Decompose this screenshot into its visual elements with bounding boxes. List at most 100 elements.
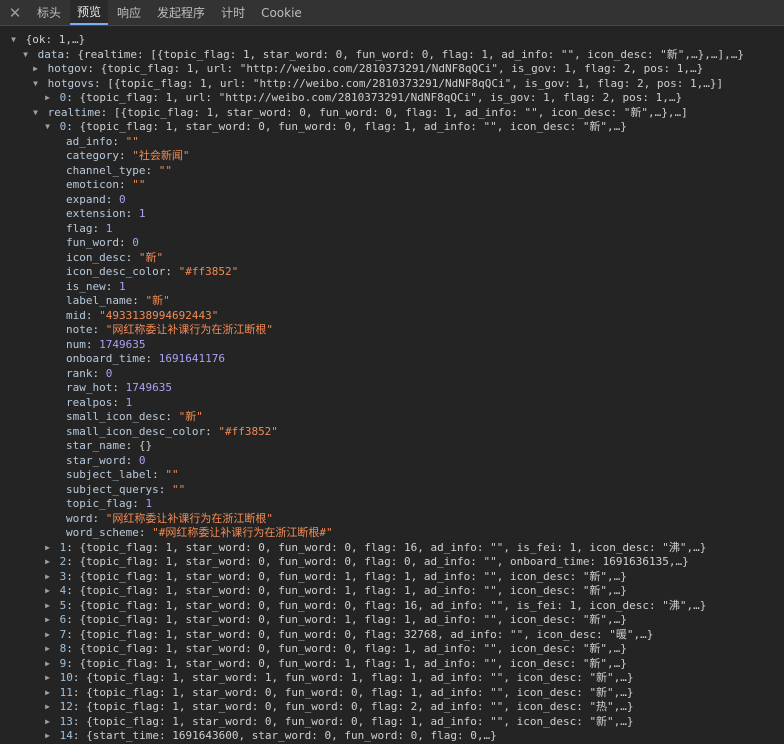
tree-key: hotgovs [47,76,94,90]
tree-row: emoticon: "" [66,178,146,191]
tree-key: fun_word [66,236,119,249]
tree-key: 4 [59,584,67,597]
tree-row: channel_type: "" [66,163,172,177]
tree-key: 12 [59,700,73,713]
tab-1[interactable]: 预览 [70,0,109,25]
expand-down-icon[interactable]: ▼ [20,48,31,63]
tree-row[interactable]: ▶ 12: {topic_flag: 1, star_word: 0, fun_… [0,700,784,715]
tree-key: note [66,323,93,336]
expand-right-icon[interactable]: ▶ [42,671,53,686]
expand-right-icon[interactable]: ▶ [42,628,53,643]
tree-key: category [66,149,119,162]
tree-key: 6 [59,613,67,626]
expand-right-icon[interactable]: ▶ [42,729,53,744]
tree-preview: [{topic_flag: 1, url: "http://weibo.com/… [107,76,724,90]
tree-key: 2 [59,555,67,568]
tree-value: "新" [138,250,164,264]
tree-value: {} [138,439,153,452]
expand-down-icon[interactable]: ▼ [42,120,53,135]
tree-key: 7 [59,627,67,641]
tree-row[interactable]: ▼ {ok: 1,…} [0,33,784,48]
tree-row[interactable]: ▶ 10: {topic_flag: 1, star_word: 1, fun_… [0,671,784,686]
tree-row[interactable]: ▶ 5: {topic_flag: 1, star_word: 0, fun_w… [0,599,784,614]
tree-value: "#网红称委让补课行为在浙江断根#" [152,526,333,539]
expand-right-icon[interactable]: ▶ [42,541,53,556]
expand-down-icon[interactable]: ▼ [30,77,41,92]
tree-key: 8 [59,642,67,655]
tree-row[interactable]: ▶ 0: {topic_flag: 1, url: "http://weibo.… [0,91,784,106]
tree-preview: {topic_flag: 1, star_word: 0, fun_word: … [86,700,634,713]
tree-value: "" [165,468,179,481]
tree-row: label_name: "新" [66,294,170,307]
tree-row[interactable]: ▼ data: {realtime: [{topic_flag: 1, star… [0,48,784,63]
expand-right-icon[interactable]: ▶ [42,584,53,599]
tree-key: 5 [59,598,67,612]
tab-4[interactable]: 计时 [214,0,252,25]
tree-row: icon_desc_color: "#ff3852" [66,265,239,278]
tree-row: onboard_time: 1691641176 [66,352,225,365]
tree-key: 9 [59,656,67,670]
tree-row[interactable]: ▼ hotgovs: [{topic_flag: 1, url: "http:/… [0,77,784,92]
tree-row[interactable]: ▶ 2: {topic_flag: 1, star_word: 0, fun_w… [0,555,784,570]
tree-key: small_icon_desc [66,410,166,423]
tree-value: "网红称委让补课行为在浙江断根" [105,511,273,525]
tree-preview: {ok: 1,…} [25,33,86,46]
tree-row[interactable]: ▶ 14: {start_time: 1691643600, star_word… [0,729,784,744]
tree-key: realtime [47,105,101,119]
tree-value: "" [158,163,172,177]
expand-right-icon[interactable]: ▶ [30,62,41,77]
tab-3[interactable]: 发起程序 [150,0,212,25]
expand-right-icon[interactable]: ▶ [42,555,53,570]
tree-row[interactable]: ▼ 0: {topic_flag: 1, star_word: 0, fun_w… [0,120,784,135]
expand-right-icon[interactable]: ▶ [42,700,53,715]
tree-preview: {topic_flag: 1, star_word: 0, fun_word: … [79,656,627,670]
tree-preview: {topic_flag: 1, star_word: 0, fun_word: … [79,627,654,641]
close-icon[interactable]: ✕ [0,0,30,25]
tree-key: mid [66,308,86,322]
expand-right-icon[interactable]: ▶ [42,715,53,730]
tree-key: realpos [66,395,113,409]
tree-row[interactable]: ▶ 1: {topic_flag: 1, star_word: 0, fun_w… [0,541,784,556]
tree-row: ad_info: "" [66,134,139,148]
tree-preview: [{topic_flag: 1, star_word: 0, fun_word:… [113,105,688,119]
tree-row[interactable]: ▶ 9: {topic_flag: 1, star_word: 0, fun_w… [0,657,784,672]
tree-row: realpos: 1 [66,395,133,409]
expand-right-icon[interactable]: ▶ [42,686,53,701]
tree-value: "" [125,134,139,148]
tree-row[interactable]: ▶ 7: {topic_flag: 1, star_word: 0, fun_w… [0,628,784,643]
tree-row[interactable]: ▼ realtime: [{topic_flag: 1, star_word: … [0,106,784,121]
devtools-tab-bar: ✕ 标头 预览 响应 发起程序 计时 Cookie [0,0,784,26]
tree-row[interactable]: ▶ 13: {topic_flag: 1, star_word: 0, fun_… [0,715,784,730]
tree-row[interactable]: ▶ 8: {topic_flag: 1, star_word: 0, fun_w… [0,642,784,657]
tree-row[interactable]: ▶ 11: {topic_flag: 1, star_word: 0, fun_… [0,686,784,701]
tree-row: expand: 0 [66,192,126,206]
tree-key: expand [66,192,106,206]
tree-value: 0 [105,366,113,380]
tree-key: is_new [66,279,106,293]
tab-5[interactable]: Cookie [254,0,309,25]
expand-down-icon[interactable]: ▼ [30,106,41,121]
expand-right-icon[interactable]: ▶ [42,613,53,628]
tree-value: 1 [125,395,133,409]
expand-down-icon[interactable]: ▼ [8,33,19,48]
expand-right-icon[interactable]: ▶ [42,599,53,614]
expand-right-icon[interactable]: ▶ [42,642,53,657]
tree-row[interactable]: ▶ hotgov: {topic_flag: 1, url: "http://w… [0,62,784,77]
tree-preview: {topic_flag: 1, star_word: 0, fun_word: … [79,642,627,655]
tree-row[interactable]: ▶ 3: {topic_flag: 1, star_word: 0, fun_w… [0,570,784,585]
tab-2[interactable]: 响应 [110,0,148,25]
tree-key: star_word [66,453,126,467]
tree-row[interactable]: ▶ 6: {topic_flag: 1, star_word: 0, fun_w… [0,613,784,628]
tree-value: 1749635 [125,381,172,394]
tree-value: "新" [178,410,203,423]
tree-key: flag [66,221,93,235]
expand-right-icon[interactable]: ▶ [42,91,53,106]
expand-right-icon[interactable]: ▶ [42,570,53,585]
tree-key: word [66,511,93,525]
tab-0[interactable]: 标头 [30,0,68,25]
tree-key: 3 [59,569,67,583]
tree-value: 0 [119,192,126,206]
tree-row[interactable]: ▶ 4: {topic_flag: 1, star_word: 0, fun_w… [0,584,784,599]
tree-key: onboard_time [66,352,146,365]
expand-right-icon[interactable]: ▶ [42,657,53,672]
